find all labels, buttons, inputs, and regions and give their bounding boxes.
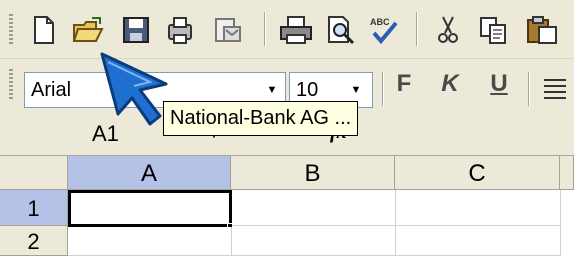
cell-c2[interactable]: [396, 226, 561, 256]
open-icon: [72, 17, 104, 42]
save-icon: [123, 17, 149, 43]
toolbar-grip[interactable]: [9, 14, 13, 44]
print-button[interactable]: [278, 12, 314, 48]
tooltip: National-Bank AG ...: [163, 101, 359, 136]
row-label: 1: [27, 196, 40, 221]
column-label: B: [304, 160, 321, 187]
chevron-down-icon: ▼: [266, 84, 278, 96]
cell-b2[interactable]: [232, 226, 396, 256]
toolbar-grip[interactable]: [9, 69, 13, 101]
permission-icon: [168, 17, 192, 44]
spelling-button[interactable]: ABC: [366, 12, 402, 48]
new-document-button[interactable]: [26, 12, 62, 48]
print-preview-button[interactable]: [323, 12, 359, 48]
font-name-value: Arial: [31, 79, 72, 101]
column-header-a[interactable]: A: [68, 156, 231, 190]
column-header-b[interactable]: B: [231, 156, 395, 190]
align-left-icon: [544, 79, 566, 99]
permission-button[interactable]: [162, 12, 198, 48]
align-left-button[interactable]: [540, 76, 570, 109]
toolbar-separator: [264, 12, 266, 46]
spelling-icon: ABC: [370, 17, 398, 45]
new-icon: [34, 16, 54, 44]
save-button[interactable]: [118, 12, 154, 48]
bold-button[interactable]: F: [388, 66, 420, 102]
column-header-c[interactable]: C: [395, 156, 560, 190]
tooltip-text: National-Bank AG ...: [170, 107, 352, 129]
print-preview-icon: [328, 16, 355, 45]
italic-button[interactable]: K: [434, 66, 466, 102]
column-header-d[interactable]: [560, 156, 574, 190]
cut-button[interactable]: [430, 12, 466, 48]
email-icon: [215, 18, 241, 42]
cell-a2[interactable]: [68, 227, 232, 256]
toolbar-separator: [528, 72, 530, 106]
toolbar-separator: [382, 72, 384, 106]
svg-text:ABC: ABC: [370, 17, 390, 27]
standard-toolbar: ABC: [0, 0, 574, 59]
paste-icon: [527, 16, 557, 44]
chevron-down-icon: ▼: [350, 84, 362, 96]
cut-icon: [438, 16, 458, 43]
email-button[interactable]: [210, 12, 246, 48]
cell-c1[interactable]: [396, 190, 561, 226]
worksheet-grid: A B C 1 2: [0, 156, 574, 256]
copy-button[interactable]: [475, 12, 511, 48]
row-header-1[interactable]: 1: [0, 190, 68, 226]
print-icon: [280, 16, 312, 44]
row-header-2[interactable]: 2: [0, 226, 68, 256]
italic-label: K: [441, 70, 459, 97]
column-label: C: [468, 160, 486, 187]
open-button[interactable]: [70, 12, 106, 48]
cell-b1[interactable]: [232, 190, 396, 226]
row-label: 2: [27, 229, 40, 254]
underline-button[interactable]: U: [483, 66, 515, 102]
font-size-value: 10: [296, 79, 319, 101]
paste-button[interactable]: [524, 12, 560, 48]
underline-label: U: [490, 70, 508, 97]
toolbar-separator: [416, 12, 418, 46]
bold-label: F: [396, 70, 412, 97]
copy-icon: [480, 17, 506, 44]
cell-a1[interactable]: [68, 190, 232, 227]
select-all-corner[interactable]: [0, 156, 68, 190]
column-label: A: [140, 160, 157, 187]
